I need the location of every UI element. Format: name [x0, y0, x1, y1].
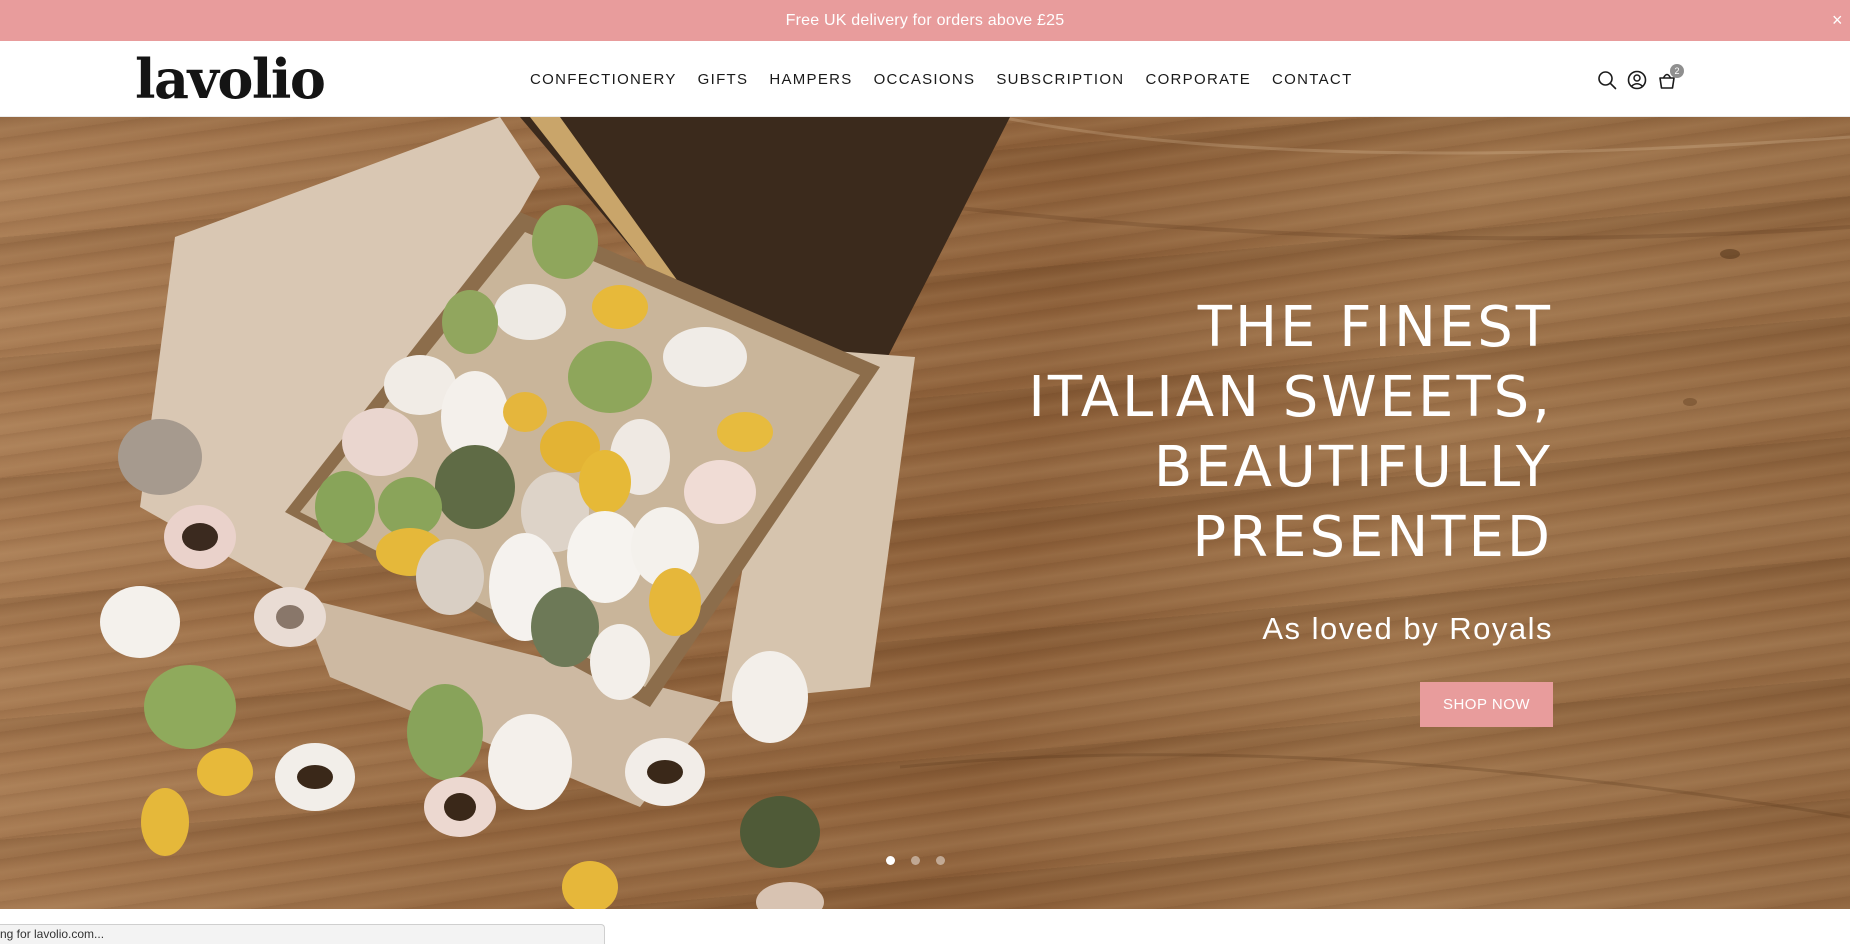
- hero-slider: THE FINEST ITALIAN SWEETS, BEAUTIFULLY P…: [0, 117, 1850, 909]
- cart-count-badge: 2: [1670, 64, 1684, 78]
- site-logo[interactable]: lavolio: [135, 47, 326, 111]
- shop-now-button[interactable]: SHOP NOW: [1420, 682, 1553, 727]
- site-header: lavolio CONFECTIONERY GIFTS HAMPERS OCCA…: [0, 41, 1850, 117]
- account-icon[interactable]: [1626, 69, 1648, 91]
- slider-dots: [886, 856, 945, 865]
- hero-title-line: THE FINEST: [1197, 295, 1553, 360]
- slider-dot-3[interactable]: [936, 856, 945, 865]
- announcement-bar: Free UK delivery for orders above £25 ×: [0, 0, 1850, 41]
- announcement-text: Free UK delivery for orders above £25: [785, 11, 1065, 29]
- hero-title-line: PRESENTED: [1192, 505, 1553, 570]
- close-icon[interactable]: ×: [1832, 10, 1850, 30]
- nav-item-hampers[interactable]: HAMPERS: [769, 71, 852, 88]
- nav-item-occasions[interactable]: OCCASIONS: [874, 71, 976, 88]
- slider-dot-2[interactable]: [911, 856, 920, 865]
- header-icons: 2: [1596, 64, 1684, 93]
- search-icon[interactable]: [1596, 69, 1618, 91]
- nav-item-confectionery[interactable]: CONFECTIONERY: [530, 71, 677, 88]
- nav-item-contact[interactable]: CONTACT: [1272, 71, 1352, 88]
- slider-dot-1[interactable]: [886, 856, 895, 865]
- hero-image: [100, 117, 1850, 909]
- nav-item-subscription[interactable]: SUBSCRIPTION: [996, 71, 1124, 88]
- nav-item-corporate[interactable]: CORPORATE: [1145, 71, 1251, 88]
- main-nav: CONFECTIONERY GIFTS HAMPERS OCCASIONS SU…: [530, 41, 1374, 117]
- browser-status-bar: ng for lavolio.com...: [0, 924, 605, 944]
- hero-title: THE FINEST ITALIAN SWEETS, BEAUTIFULLY P…: [993, 293, 1553, 573]
- cart-icon[interactable]: 2: [1656, 64, 1684, 91]
- nav-item-gifts[interactable]: GIFTS: [698, 71, 749, 88]
- hero-title-line: ITALIAN SWEETS,: [1028, 365, 1553, 430]
- hero-copy: THE FINEST ITALIAN SWEETS, BEAUTIFULLY P…: [993, 293, 1553, 647]
- hero-title-line: BEAUTIFULLY: [1153, 435, 1553, 500]
- hero-subtitle: As loved by Royals: [1262, 611, 1553, 646]
